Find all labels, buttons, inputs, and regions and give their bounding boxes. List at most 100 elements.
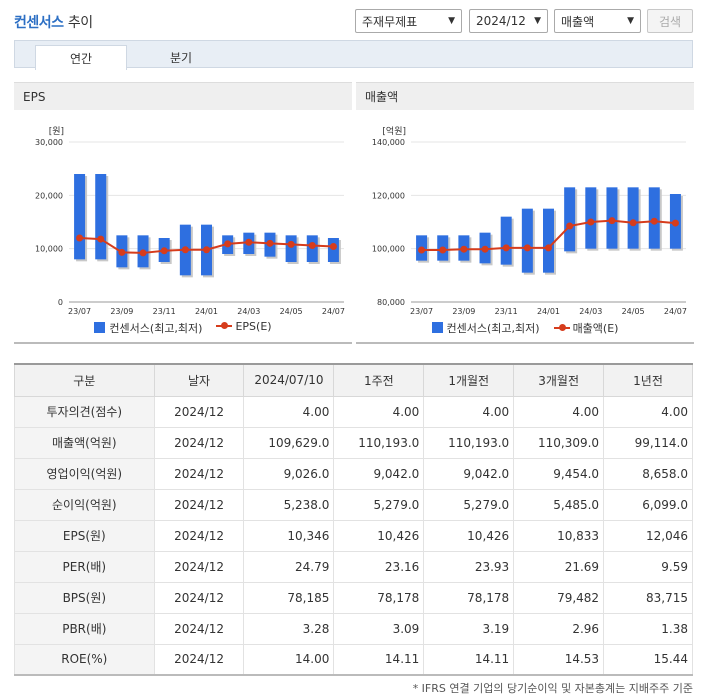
estimate-point bbox=[439, 246, 447, 254]
line-swatch bbox=[553, 322, 570, 333]
x-tick-label: 23/09 bbox=[110, 307, 133, 316]
bar-swatch bbox=[94, 322, 106, 333]
table-cell: 78,178 bbox=[333, 581, 425, 614]
bar-swatch bbox=[431, 322, 443, 333]
range-bar bbox=[285, 235, 297, 262]
table-cell: 4.00 bbox=[423, 395, 515, 428]
range-bar bbox=[521, 208, 533, 273]
table-cell: 14.11 bbox=[333, 643, 425, 676]
row-label: PER(배) bbox=[14, 550, 155, 583]
table-cell: 4.00 bbox=[513, 395, 605, 428]
x-tick-label: 24/03 bbox=[237, 307, 260, 316]
table-cell: 9,042.0 bbox=[423, 457, 515, 490]
y-tick-label: 120,000 bbox=[372, 191, 405, 200]
table-cell: 2024/12 bbox=[153, 395, 245, 428]
table-cell: 9,454.0 bbox=[513, 457, 605, 490]
y-tick-label: 20,000 bbox=[35, 191, 63, 200]
estimate-point bbox=[329, 243, 337, 251]
search-button[interactable]: 검색 bbox=[647, 9, 693, 33]
revenue-chart-title: 매출액 bbox=[356, 82, 694, 110]
legend-line: EPS(E) bbox=[216, 320, 272, 336]
table-cell: 6,099.0 bbox=[603, 488, 693, 521]
table-cell: 12,046 bbox=[603, 519, 693, 552]
table-cell: 14.00 bbox=[243, 643, 335, 676]
row-label: EPS(원) bbox=[14, 519, 155, 552]
table-cell: 23.16 bbox=[333, 550, 425, 583]
statement-type-select[interactable]: 주재무제표 ▼ bbox=[355, 9, 462, 33]
column-header: 날자 bbox=[153, 363, 245, 397]
table-cell: 110,309.0 bbox=[513, 426, 605, 459]
table-cell: 2024/12 bbox=[153, 488, 245, 521]
x-tick-label: 23/11 bbox=[153, 307, 176, 316]
estimate-point bbox=[418, 246, 426, 254]
tab-quarterly[interactable]: 분기 bbox=[135, 45, 227, 69]
x-tick-label: 23/07 bbox=[410, 307, 433, 316]
estimate-point bbox=[245, 238, 253, 246]
estimate-point bbox=[224, 240, 232, 248]
period-value: 2024/12 bbox=[476, 14, 526, 28]
table-row: PER(배) 2024/12 24.79 23.16 23.93 21.69 9.59 bbox=[14, 550, 693, 583]
chevron-down-icon: ▼ bbox=[448, 16, 455, 26]
chevron-down-icon: ▼ bbox=[627, 16, 634, 26]
table-row: 순이익(억원) 2024/12 5,238.0 5,279.0 5,279.0 5,485… bbox=[14, 488, 693, 521]
y-tick-label: 140,000 bbox=[372, 138, 405, 147]
table-cell: 5,279.0 bbox=[333, 488, 425, 521]
estimate-point bbox=[76, 234, 84, 242]
chevron-down-icon: ▼ bbox=[534, 16, 541, 26]
range-bar bbox=[95, 174, 107, 260]
period-tabs: 연간 분기 bbox=[14, 40, 693, 70]
legend-line-label: 매출액(E) bbox=[572, 322, 619, 335]
footnote: * IFRS 연결 기업의 당기순이익 및 자본총계는 지배주주 기준 bbox=[412, 682, 693, 695]
legend-line-label: EPS(E) bbox=[235, 320, 272, 333]
column-header: 3개월전 bbox=[513, 363, 605, 397]
legend-range: 컨센서스(최고,최저) bbox=[94, 320, 202, 336]
table-cell: 15.44 bbox=[603, 643, 693, 676]
y-tick-label: 0 bbox=[58, 298, 63, 307]
range-bar bbox=[585, 187, 597, 249]
table-row: EPS(원) 2024/12 10,346 10,426 10,426 10,833 12,… bbox=[14, 519, 693, 552]
legend-range-label: 컨센서스(최고,최저) bbox=[109, 322, 203, 335]
range-bar bbox=[543, 208, 554, 273]
revenue-chart-legend: 컨센서스(최고,최저) 매출액(E) bbox=[356, 320, 694, 336]
table-row: 투자의견(점수) 2024/12 4.00 4.00 4.00 4.00 4.00 bbox=[14, 395, 693, 428]
table-cell: 8,658.0 bbox=[603, 457, 693, 490]
estimate-point bbox=[266, 239, 274, 247]
table-cell: 5,238.0 bbox=[243, 488, 335, 521]
metric-select[interactable]: 매출액 ▼ bbox=[554, 9, 641, 33]
table-cell: 2024/12 bbox=[153, 426, 245, 459]
x-tick-label: 24/01 bbox=[537, 307, 560, 316]
estimate-point bbox=[97, 235, 105, 243]
x-tick-label: 24/01 bbox=[195, 307, 218, 316]
x-tick-label: 24/05 bbox=[622, 307, 645, 316]
period-select[interactable]: 2024/12 ▼ bbox=[469, 9, 548, 33]
table-cell: 83,715 bbox=[603, 581, 693, 614]
estimate-point bbox=[287, 240, 295, 248]
eps-chart: [원] 0 10,000 20,000 30,000 23/07 23/09 23/11 24/… bbox=[35, 126, 345, 316]
consensus-table: 구분 날자 2024/07/10 1주전 1개월전 3개월전 1년전 투자의견(점수) 202… bbox=[14, 363, 693, 676]
table-cell: 2024/12 bbox=[153, 643, 245, 676]
row-label: 매출액(억원) bbox=[14, 426, 155, 459]
y-tick-label: 100,000 bbox=[372, 245, 405, 254]
table-cell: 3.28 bbox=[243, 612, 335, 645]
estimate-point bbox=[608, 217, 616, 225]
title-sub: 추이 bbox=[67, 15, 93, 31]
table-cell: 5,485.0 bbox=[513, 488, 605, 521]
eps-chart-legend: 컨센서스(최고,최저) EPS(E) bbox=[14, 320, 352, 336]
estimate-point bbox=[460, 245, 468, 253]
legend-line: 매출액(E) bbox=[553, 320, 619, 336]
page-title: 컨센서스 추이 bbox=[14, 12, 93, 32]
table-cell: 79,482 bbox=[513, 581, 605, 614]
table-cell: 2.96 bbox=[513, 612, 605, 645]
x-tick-label: 23/07 bbox=[68, 307, 91, 316]
y-tick-label: 10,000 bbox=[35, 245, 63, 254]
x-tick-label: 23/09 bbox=[452, 307, 475, 316]
table-cell: 2024/12 bbox=[153, 550, 245, 583]
x-tick-label: 24/07 bbox=[664, 307, 687, 316]
legend-range-label: 컨센서스(최고,최저) bbox=[446, 322, 540, 335]
table-cell: 10,833 bbox=[513, 519, 605, 552]
table-cell: 14.11 bbox=[423, 643, 515, 676]
revenue-chart: [억원] 80,000 100,000 120,000 140,000 23/07 23/0… bbox=[372, 125, 687, 316]
table-cell: 99,114.0 bbox=[603, 426, 693, 459]
tab-annual[interactable]: 연간 bbox=[35, 45, 127, 70]
estimate-point bbox=[139, 249, 147, 257]
